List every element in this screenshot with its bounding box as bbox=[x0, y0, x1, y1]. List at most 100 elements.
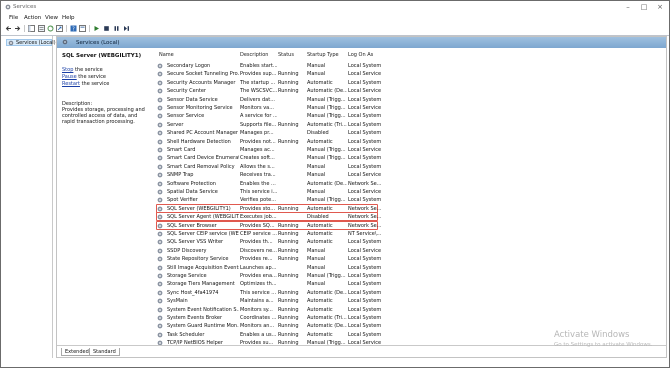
column-header-status[interactable]: Status bbox=[278, 52, 294, 58]
cell-startup-type: Manual bbox=[307, 163, 326, 170]
menu-help[interactable]: Help bbox=[62, 15, 75, 21]
restart-link[interactable]: Restart bbox=[62, 81, 80, 87]
table-row[interactable]: Storage Tiers Management Optimizes th... M… bbox=[154, 280, 666, 288]
table-row[interactable]: Storage Service Provides ena... Running Man… bbox=[154, 272, 666, 280]
table-row[interactable]: Secure Socket Tunneling Pro... Provides s… bbox=[154, 70, 666, 78]
table-row[interactable]: Spot Verifier Verifies pote... Manual (Tri… bbox=[154, 196, 666, 204]
column-header-startup-type[interactable]: Startup Type bbox=[307, 52, 339, 58]
cell-status: Running bbox=[278, 331, 299, 338]
table-row[interactable]: State Repository Service Provides re... Ru… bbox=[154, 255, 666, 263]
stop-link[interactable]: Stop bbox=[62, 67, 73, 73]
cell-startup-type: Manual bbox=[307, 63, 326, 69]
title-bar: Services – □ × bbox=[1, 1, 669, 14]
cell-log-on-as: Local Service bbox=[348, 147, 382, 153]
back-icon[interactable] bbox=[5, 25, 12, 32]
services-window: Services – □ × File Action View Help ? S… bbox=[0, 0, 670, 368]
cell-status: Running bbox=[278, 289, 299, 296]
table-row[interactable]: Sensor Monitoring Service Monitors va... M… bbox=[154, 104, 666, 112]
cell-status: Running bbox=[278, 298, 299, 305]
list-view-icon[interactable] bbox=[38, 25, 45, 32]
cell-log-on-as: Local System bbox=[348, 113, 382, 120]
pane-banner: Services (Local) bbox=[57, 37, 666, 48]
cell-status: Running bbox=[278, 315, 299, 321]
table-row[interactable]: Security Center The WSCSVC... Running Autom… bbox=[154, 87, 666, 95]
cell-name: SQL Server VSS Writer bbox=[167, 239, 224, 246]
services-pane: Services (Local) SQL Server (WEBGILITY1)… bbox=[56, 36, 667, 358]
table-row[interactable]: SysMain Maintains a... Running Automatic Loc… bbox=[154, 297, 666, 305]
menu-view[interactable]: View bbox=[45, 15, 58, 21]
table-row[interactable]: Secondary Logon Enables start... Manual Loc… bbox=[154, 62, 666, 70]
table-row[interactable]: Sync Host_4fa41974 This service ... Runnin… bbox=[154, 289, 666, 297]
cell-log-on-as: Local System bbox=[348, 306, 382, 313]
table-row[interactable]: Sensor Service A service for ... Manual (T… bbox=[154, 112, 666, 120]
table-row[interactable]: SQL Server Browser Provides SQ... Running A… bbox=[154, 222, 666, 230]
table-row[interactable]: Smart Card Removal Policy Allows the s...… bbox=[154, 163, 666, 171]
cell-startup-type: Automatic (De... bbox=[307, 289, 347, 296]
table-row[interactable]: SQL Server Agent (WEBGILIT... Executes jo… bbox=[154, 213, 666, 221]
cell-name: System Guard Runtime Mon... bbox=[167, 323, 239, 330]
table-row[interactable]: Still Image Acquisition Events Launches a… bbox=[154, 264, 666, 272]
pause-link[interactable]: Pause bbox=[62, 74, 77, 80]
cell-startup-type: Manual (Trigg... bbox=[307, 105, 346, 111]
service-gear-icon bbox=[157, 315, 163, 321]
stop-line-text: the service bbox=[73, 67, 103, 73]
table-row[interactable]: System Event Notification S... Monitors s… bbox=[154, 306, 666, 314]
menu-action[interactable]: Action bbox=[24, 15, 41, 21]
refresh-icon[interactable] bbox=[47, 25, 54, 32]
column-header-log-on-as[interactable]: Log On As bbox=[348, 52, 373, 58]
export-list-icon[interactable] bbox=[56, 25, 63, 32]
services-app-icon bbox=[5, 4, 11, 10]
table-row[interactable]: Shell Hardware Detection Provides not... R… bbox=[154, 138, 666, 146]
banner-gear-icon bbox=[62, 39, 68, 45]
help-icon[interactable]: ? bbox=[70, 25, 77, 32]
pause-service-icon[interactable] bbox=[113, 25, 120, 32]
table-row[interactable]: SQL Server (WEBGILITY1) Provides sto... Ru… bbox=[154, 205, 666, 213]
menu-file[interactable]: File bbox=[9, 15, 18, 21]
cell-status: Running bbox=[278, 273, 299, 279]
cell-name: Still Image Acquisition Events bbox=[167, 264, 239, 271]
show-hide-tree-icon[interactable] bbox=[28, 25, 35, 32]
table-row[interactable]: SNMP Trap Receives tra... Manual Local Serv… bbox=[154, 171, 666, 179]
table-row[interactable]: Smart Card Device Enumerat... Creates sof… bbox=[154, 154, 666, 162]
properties-icon[interactable] bbox=[79, 25, 86, 32]
cell-name: SQL Server (WEBGILITY1) bbox=[167, 205, 231, 212]
cell-name: Smart Card Removal Policy bbox=[167, 163, 235, 170]
close-button[interactable]: × bbox=[653, 2, 667, 12]
table-row[interactable]: SQL Server VSS Writer Provides th... Runni… bbox=[154, 238, 666, 246]
table-row[interactable]: System Events Broker Coordinates ... Runni… bbox=[154, 314, 666, 322]
start-service-icon[interactable] bbox=[93, 25, 100, 32]
table-row[interactable]: SSDP Discovery Discovers ne... Running Manu… bbox=[154, 247, 666, 255]
table-row[interactable]: Sensor Data Service Delivers dat... Manual… bbox=[154, 96, 666, 104]
minimize-button[interactable]: – bbox=[621, 2, 635, 12]
cell-name: Security Center bbox=[167, 88, 206, 95]
table-row[interactable]: Shared PC Account Manager Manages pr... Di… bbox=[154, 129, 666, 137]
table-row[interactable]: Spatial Data Service This service i... Man… bbox=[154, 188, 666, 196]
table-row[interactable]: Software Protection Enables the ... Automa… bbox=[154, 180, 666, 188]
tree-item-services-local[interactable]: Services (Local) bbox=[6, 39, 56, 46]
cell-name: Secondary Logon bbox=[167, 63, 211, 69]
restart-service-icon[interactable] bbox=[123, 25, 130, 32]
cell-log-on-as: Local System bbox=[348, 289, 382, 296]
column-header-name[interactable]: Name bbox=[159, 52, 174, 58]
column-header-description[interactable]: Description bbox=[240, 52, 268, 58]
cell-description: The WSCSVC... bbox=[240, 88, 277, 95]
table-row[interactable]: Smart Card Manages ac... Manual (Trigg... L… bbox=[154, 146, 666, 154]
table-row[interactable]: Security Accounts Manager The startup ...… bbox=[154, 79, 666, 87]
tab-extended[interactable]: Extended bbox=[61, 348, 93, 356]
cell-startup-type: Manual (Trigg... bbox=[307, 155, 346, 162]
cell-status: Running bbox=[278, 306, 299, 313]
service-gear-icon bbox=[157, 214, 163, 220]
extended-description-panel: SQL Server (WEBGILITY1) Stop the service… bbox=[57, 48, 152, 345]
cell-startup-type: Automatic bbox=[307, 231, 333, 237]
table-row[interactable]: SQL Server CEIP service (WEB... CEIP serv… bbox=[154, 230, 666, 238]
service-gear-icon bbox=[157, 248, 163, 254]
maximize-button[interactable]: □ bbox=[637, 2, 651, 12]
cell-description: Verifies pote... bbox=[240, 197, 277, 204]
cell-name: Shell Hardware Detection bbox=[167, 138, 231, 145]
forward-icon[interactable] bbox=[14, 25, 21, 32]
table-row[interactable]: Server Supports file... Running Automatic (… bbox=[154, 121, 666, 129]
service-gear-icon bbox=[157, 63, 163, 69]
cell-description: Provides not... bbox=[240, 138, 276, 145]
stop-service-icon[interactable] bbox=[103, 25, 110, 32]
tab-standard[interactable]: Standard bbox=[89, 348, 120, 356]
